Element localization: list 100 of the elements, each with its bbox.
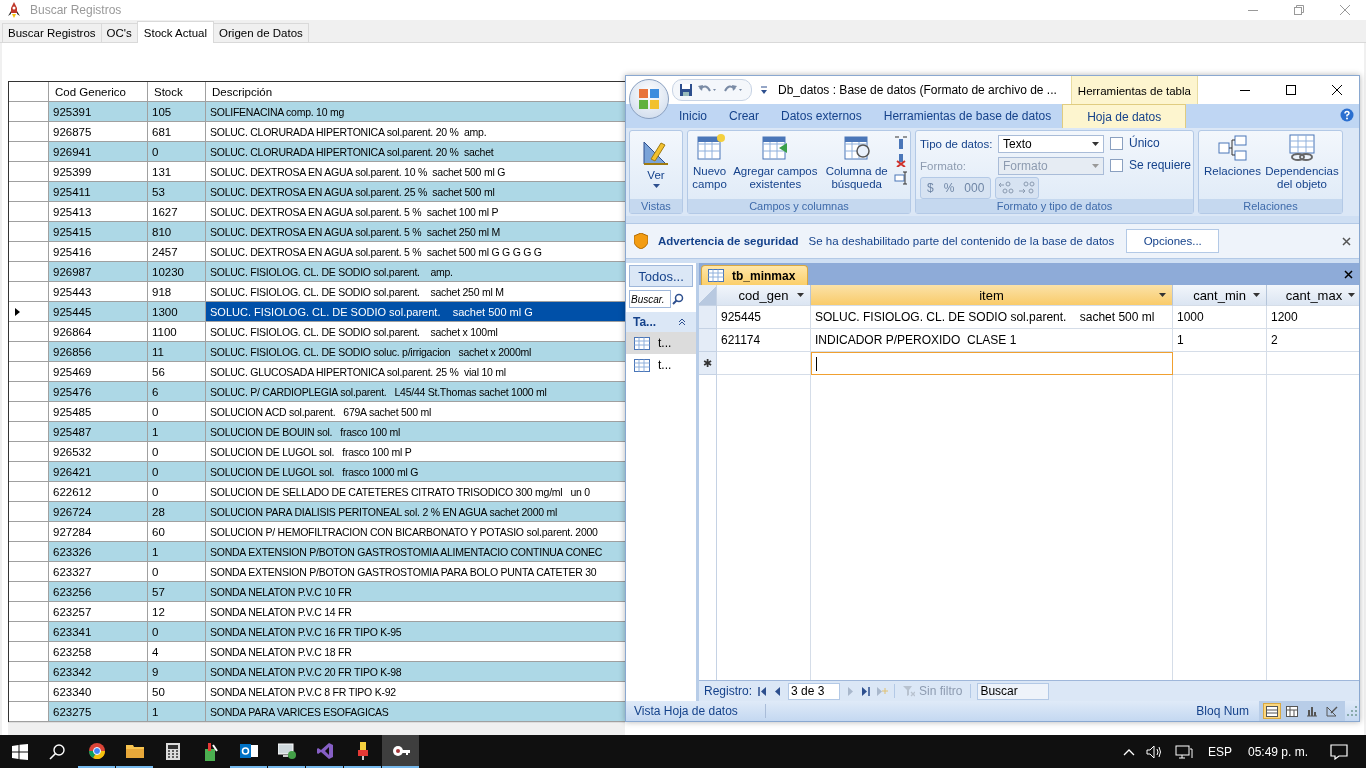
table-cell: 925485 (49, 402, 148, 421)
ribbon-button[interactable]: Dependencias del objeto (1264, 133, 1340, 191)
office-button[interactable] (629, 79, 669, 119)
options-button[interactable]: Opciones... (1126, 229, 1220, 253)
customize-icon[interactable] (760, 85, 768, 95)
chevron-up-icon[interactable] (1122, 747, 1135, 756)
table-cell: 50 (148, 682, 206, 701)
insert-column-icon[interactable] (894, 135, 908, 149)
key-button[interactable] (382, 735, 419, 768)
search-icon[interactable] (49, 743, 65, 760)
clock[interactable]: 05:49 p. m. (1247, 744, 1308, 759)
table-cell: 810 (148, 222, 206, 241)
caret-icon[interactable] (797, 293, 804, 297)
new-record-icon[interactable] (876, 686, 889, 696)
view-button[interactable] (1323, 703, 1341, 719)
navigation-item[interactable]: t... (626, 332, 696, 354)
notification-icon[interactable] (1330, 743, 1348, 760)
column-header[interactable]: cant_max (1267, 285, 1359, 306)
table-cell: 926421 (49, 462, 148, 481)
group-label: Formato y tipo de datos (916, 199, 1193, 213)
checkbox[interactable] (1110, 158, 1123, 172)
start-icon[interactable] (12, 743, 28, 760)
context-tab-label: Herramientas de tabla (1070, 76, 1198, 104)
network-icon[interactable] (1174, 744, 1193, 759)
tab[interactable]: Origen de Datos (213, 23, 309, 42)
ribbon-button[interactable]: Nuevo campo (690, 133, 730, 191)
table-cell: 0 (148, 562, 206, 581)
ribbon-tab[interactable]: Hoja de datos (1062, 104, 1187, 128)
column-header[interactable]: cant_min (1173, 285, 1267, 306)
document-tab[interactable]: tb_minmax (701, 265, 809, 285)
view-button[interactable] (1283, 703, 1301, 719)
close-icon[interactable] (1331, 84, 1343, 96)
record-position-field[interactable]: 3 de 3 (788, 682, 841, 700)
ribbon-button[interactable]: Agregar campos existentes (729, 133, 822, 191)
tab[interactable]: Stock Actual (136, 21, 215, 43)
save-icon[interactable] (679, 83, 693, 97)
collapse-icon (678, 318, 686, 326)
table-cell: 918 (148, 282, 206, 301)
input-field[interactable] (811, 352, 1173, 375)
calculator-icon (165, 743, 180, 760)
search-field[interactable]: Buscar. (629, 290, 671, 308)
next-record-icon[interactable] (846, 686, 855, 696)
table-cell: SOLUC. DEXTROSA EN AGUA sol.parent. 5 % sachet 250 ml M (206, 222, 625, 241)
pivot-table-view-icon (1286, 705, 1298, 717)
column-header[interactable]: Stock (148, 82, 206, 101)
group-header[interactable]: Ta... (626, 312, 696, 332)
maximize-icon[interactable] (1285, 84, 1297, 96)
navigation-pane-header[interactable]: Todos... (629, 265, 693, 287)
column-header[interactable]: cod_gen (717, 285, 811, 306)
resize-grip[interactable] (1347, 706, 1357, 716)
close-icon[interactable] (1344, 270, 1353, 279)
decrease-decimals-icon[interactable] (998, 180, 1017, 196)
table-cell: 12 (148, 602, 206, 621)
caret-icon[interactable] (1348, 293, 1355, 297)
ribbon-tab[interactable]: Crear (718, 104, 771, 128)
previous-record-icon[interactable] (774, 686, 783, 696)
ribbon-tab[interactable]: Datos externos (770, 104, 873, 128)
table-cell-text: SOLUCION DE LUGOL sol. frasco 100 ml P (209, 444, 413, 460)
column-header[interactable]: item (811, 285, 1173, 306)
table-cell: 1 (148, 422, 206, 441)
horizontal-scrollbar[interactable] (8, 722, 625, 735)
table-cell: 623257 (49, 602, 148, 621)
column-header[interactable]: Descripción (206, 82, 625, 101)
navigation-item[interactable]: t... (626, 354, 696, 376)
caret-icon[interactable] (1253, 293, 1260, 297)
delete-column-icon[interactable] (894, 153, 908, 167)
view-button[interactable]: Ver (632, 133, 680, 188)
language-indicator[interactable]: ESP (1207, 744, 1232, 759)
search-field[interactable]: Buscar (977, 682, 1050, 700)
browser-icon (88, 742, 105, 759)
caret-icon[interactable] (1159, 293, 1166, 297)
view-button[interactable] (1263, 703, 1281, 719)
volume-icon[interactable] (1145, 744, 1164, 759)
close-icon[interactable] (1342, 236, 1351, 246)
table-cell: 0 (148, 482, 206, 501)
field-label: Tipo de datos: (920, 138, 994, 150)
help-icon[interactable] (1340, 108, 1354, 122)
last-record-icon[interactable] (860, 686, 871, 696)
table-cell-text: SOLUC. DEXTROSA EN AGUA sol.parent. 5 % sachet 500 ml G G G G G (209, 244, 543, 260)
ribbon-tab[interactable]: Inicio (668, 104, 718, 128)
data-type-select[interactable]: Texto (998, 135, 1104, 153)
folder-icon (125, 743, 144, 758)
table-cell: SOLUC. FISIOLOG. CL. DE SODIO sol.parent. amp. (206, 262, 625, 281)
checkbox[interactable] (1110, 136, 1123, 150)
table-cell: 53 (148, 182, 206, 201)
table-cell: SONDA EXTENSION P/BOTON GASTROSTOMIA ALIMENTACIO CONTINUA CONEC (206, 542, 625, 561)
tab[interactable]: Buscar Registros (2, 23, 102, 42)
column-header[interactable]: Cod Generico (49, 82, 148, 101)
ribbon-button[interactable]: Relaciones (1201, 133, 1264, 178)
search-icon[interactable] (672, 293, 684, 305)
ribbon-button[interactable]: Columna de búsqueda (821, 133, 892, 191)
first-record-icon[interactable] (758, 686, 769, 696)
table-cell: 0 (148, 142, 206, 161)
rename-column-icon[interactable] (894, 171, 908, 185)
caret-icon (1092, 164, 1099, 168)
table-cell: 1627 (148, 202, 206, 221)
select-all-cell[interactable] (699, 285, 717, 306)
table-cell: 623326 (49, 542, 148, 561)
ribbon-tab[interactable]: Herramientas de base de datos (872, 104, 1063, 128)
increase-decimals-icon[interactable] (1018, 180, 1037, 196)
